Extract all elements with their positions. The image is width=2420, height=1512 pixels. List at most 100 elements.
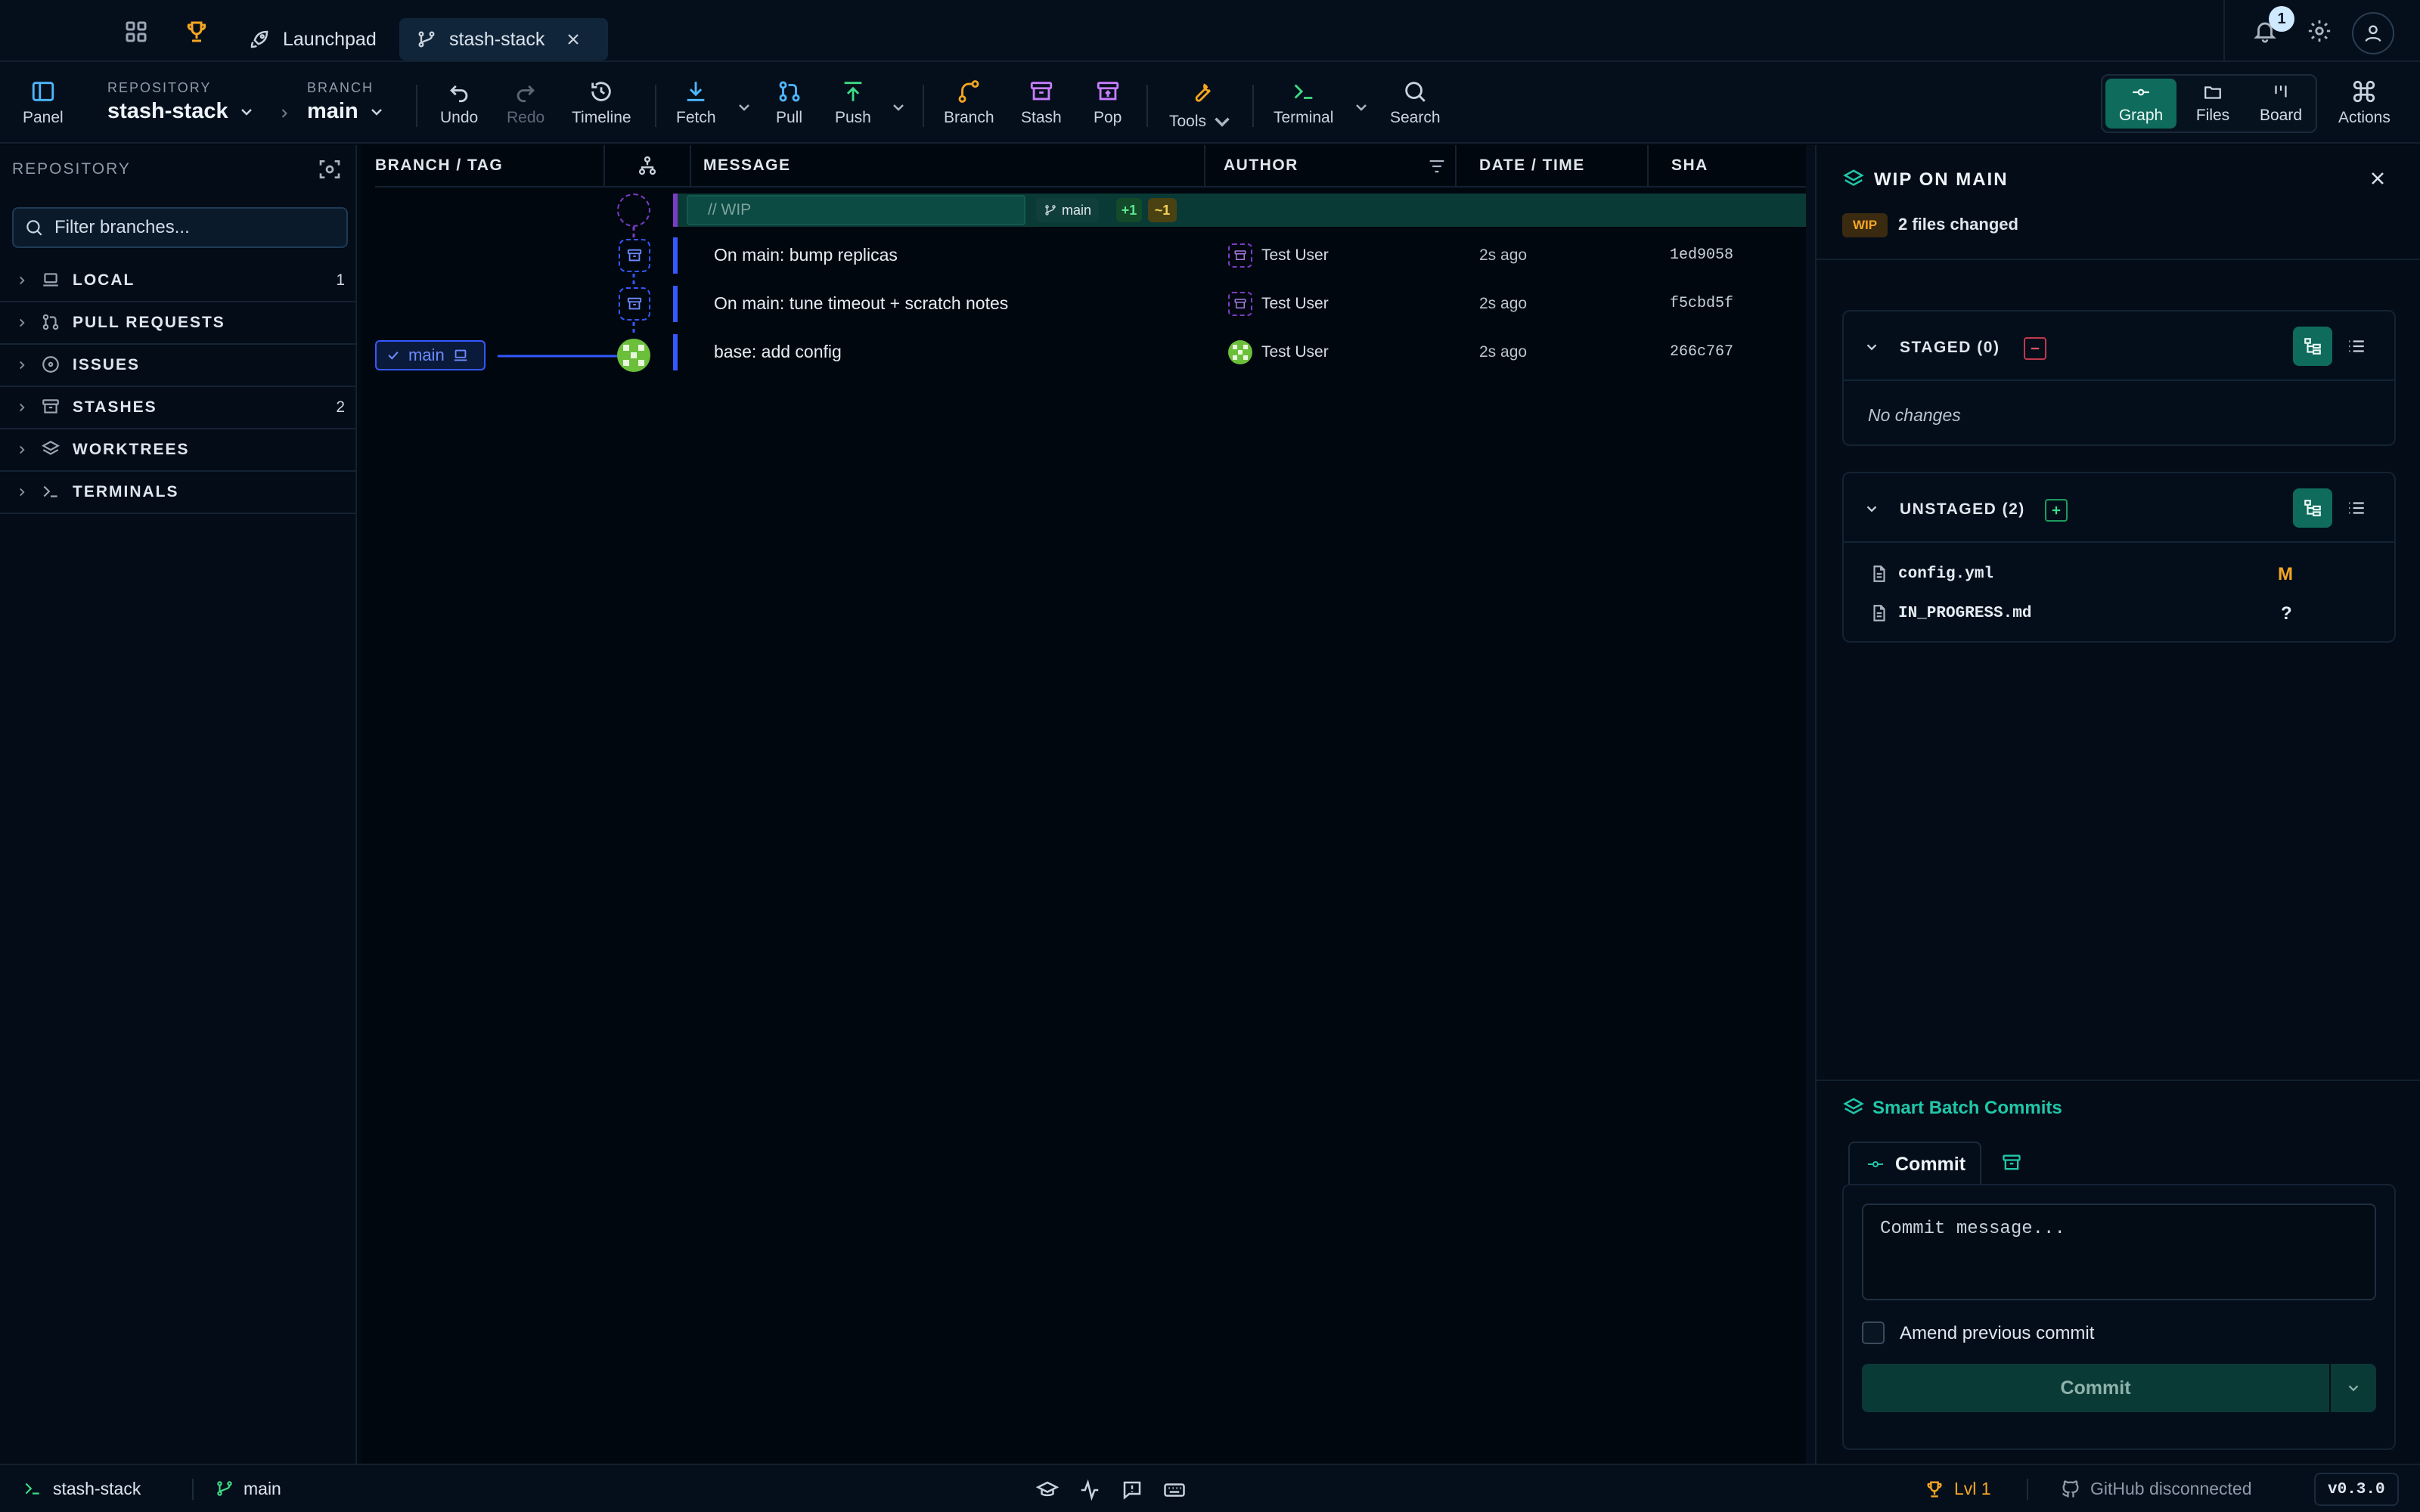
file-icon bbox=[1869, 564, 1889, 584]
branch-button[interactable]: Branch bbox=[944, 79, 994, 127]
commit-options-button[interactable] bbox=[2331, 1364, 2376, 1412]
column-label: DATE / TIME bbox=[1479, 156, 1585, 174]
stash-node[interactable] bbox=[619, 287, 650, 321]
column-message[interactable]: MESSAGE bbox=[691, 145, 1204, 187]
graduation-cap-icon[interactable] bbox=[1036, 1479, 1059, 1501]
pull-request-icon bbox=[41, 312, 62, 333]
unstage-all-button[interactable] bbox=[2024, 337, 2046, 360]
timeline-button[interactable]: Timeline bbox=[572, 79, 631, 127]
notifications-button[interactable]: 1 bbox=[2252, 6, 2294, 44]
sidebar-item-worktrees[interactable]: WORKTREES bbox=[0, 429, 355, 472]
sidebar-item-label: TERMINALS bbox=[73, 483, 179, 500]
view-board-button[interactable]: Board bbox=[2248, 79, 2314, 129]
push-options-chevron-icon[interactable] bbox=[889, 98, 908, 116]
undo-label: Undo bbox=[440, 109, 479, 126]
commit-message-input[interactable]: Commit message... bbox=[1862, 1204, 2376, 1300]
commit-tab[interactable]: Commit bbox=[1848, 1142, 1981, 1185]
column-date-time[interactable]: DATE / TIME bbox=[1457, 145, 1647, 187]
smart-batch-commits-link[interactable]: Smart Batch Commits bbox=[1872, 1098, 2062, 1119]
status-branch[interactable]: main bbox=[244, 1479, 281, 1499]
sidebar-item-terminals[interactable]: TERMINALS bbox=[0, 472, 355, 514]
wip-branch-label: main bbox=[1062, 202, 1092, 218]
sidebar-item-issues[interactable]: ISSUES bbox=[0, 345, 355, 387]
divider bbox=[192, 1479, 194, 1500]
commit-node-avatar[interactable] bbox=[617, 339, 650, 372]
tools-button[interactable]: Tools bbox=[1169, 79, 1235, 135]
tab-launchpad[interactable]: Launchpad bbox=[231, 18, 393, 60]
activity-icon[interactable] bbox=[1078, 1479, 1101, 1501]
commit-row[interactable]: On main: tune timeout + scratch notes Te… bbox=[361, 286, 1806, 334]
terminal-options-chevron-icon[interactable] bbox=[1352, 98, 1370, 116]
sidebar-item-count: 2 bbox=[336, 398, 345, 416]
avatar[interactable] bbox=[2352, 12, 2394, 54]
sidebar-item-pull-requests[interactable]: PULL REQUESTS bbox=[0, 302, 355, 345]
feedback-icon[interactable] bbox=[1121, 1479, 1143, 1501]
list-view-button[interactable] bbox=[2337, 488, 2376, 528]
sidebar-item-local[interactable]: LOCAL 1 bbox=[0, 260, 355, 302]
filter-branches-input[interactable]: Filter branches... bbox=[12, 207, 348, 248]
status-repo[interactable]: stash-stack bbox=[53, 1479, 141, 1499]
commit-row[interactable]: On main: bump replicas Test User 2s ago … bbox=[361, 237, 1806, 286]
close-icon[interactable] bbox=[564, 30, 582, 48]
terminal-button[interactable]: Terminal bbox=[1274, 79, 1333, 127]
close-icon[interactable] bbox=[2367, 168, 2388, 189]
divider bbox=[1252, 85, 1254, 127]
stash-button[interactable]: Stash bbox=[1021, 79, 1062, 127]
filter-icon[interactable] bbox=[1426, 156, 1447, 177]
file-row[interactable]: config.yml M bbox=[1844, 556, 2394, 593]
list-view-button[interactable] bbox=[2337, 327, 2376, 366]
undo-button[interactable]: Undo bbox=[440, 79, 478, 127]
repository-selector[interactable]: REPOSITORY stash-stack bbox=[107, 80, 256, 124]
panel-resize-handle[interactable] bbox=[1806, 145, 1815, 1464]
keyboard-icon[interactable] bbox=[1163, 1479, 1186, 1501]
branch-label-main[interactable]: main bbox=[375, 340, 486, 370]
stash-tab[interactable] bbox=[2001, 1152, 2022, 1173]
chevron-down-icon[interactable] bbox=[1863, 500, 1880, 517]
panel-button[interactable]: Panel bbox=[23, 79, 64, 127]
search-button[interactable]: Search bbox=[1390, 79, 1441, 127]
stash-label: Stash bbox=[1021, 109, 1062, 126]
redo-button[interactable]: Redo bbox=[507, 79, 544, 127]
title-bar: Launchpad stash-stack 1 bbox=[0, 0, 2420, 62]
view-board-label: Board bbox=[2259, 107, 2303, 124]
commit-graph: BRANCH / TAG MESSAGE AUTHOR DATE / TIME … bbox=[361, 145, 1806, 1464]
tree-view-button[interactable] bbox=[2293, 327, 2332, 366]
github-status[interactable]: GitHub disconnected bbox=[2090, 1479, 2252, 1499]
pop-button[interactable]: Pop bbox=[1094, 79, 1122, 127]
pull-button[interactable]: Pull bbox=[776, 79, 802, 127]
level-indicator[interactable]: Lvl 1 bbox=[1954, 1479, 1991, 1499]
unstaged-label: UNSTAGED (2) bbox=[1900, 500, 2025, 518]
file-row[interactable]: IN_PROGRESS.md ? bbox=[1844, 596, 2394, 632]
tab-stash-stack[interactable]: stash-stack bbox=[399, 18, 608, 60]
chevron-down-icon[interactable] bbox=[1863, 339, 1880, 355]
actions-button[interactable]: Actions bbox=[2338, 79, 2391, 127]
tree-view-button[interactable] bbox=[2293, 488, 2332, 528]
commit-row[interactable]: main base: add config Test User 2s ago 2… bbox=[361, 334, 1806, 383]
fetch-button[interactable]: Fetch bbox=[676, 79, 716, 127]
commit-message: On main: tune timeout + scratch notes bbox=[714, 293, 1009, 313]
sidebar-item-label: WORKTREES bbox=[73, 441, 190, 458]
stage-all-button[interactable] bbox=[2045, 499, 2068, 522]
column-sha[interactable]: SHA bbox=[1649, 145, 1806, 187]
commit-date: 2s ago bbox=[1479, 295, 1528, 312]
stash-node[interactable] bbox=[619, 239, 650, 272]
fetch-options-chevron-icon[interactable] bbox=[735, 98, 753, 116]
gear-icon[interactable] bbox=[2307, 18, 2332, 44]
column-author[interactable]: AUTHOR bbox=[1205, 145, 1455, 187]
archive-icon bbox=[2001, 1152, 2022, 1173]
archive-icon bbox=[1028, 79, 1054, 104]
branch-selector[interactable]: BRANCH main bbox=[307, 80, 386, 124]
amend-checkbox[interactable] bbox=[1862, 1321, 1885, 1344]
sidebar-item-stashes[interactable]: STASHES 2 bbox=[0, 387, 355, 429]
push-button[interactable]: Push bbox=[835, 79, 871, 127]
view-graph-button[interactable]: Graph bbox=[2105, 79, 2176, 129]
undo-icon bbox=[446, 79, 472, 104]
commit-button[interactable]: Commit bbox=[1862, 1364, 2329, 1412]
view-files-button[interactable]: Files bbox=[2181, 79, 2245, 129]
grid-icon[interactable] bbox=[123, 18, 150, 45]
wip-message-input[interactable]: // WIP bbox=[687, 195, 1025, 225]
trophy-icon[interactable] bbox=[183, 18, 210, 45]
focus-icon[interactable] bbox=[318, 157, 342, 181]
search-label: Search bbox=[1390, 109, 1441, 126]
tools-label: Tools bbox=[1169, 113, 1207, 130]
